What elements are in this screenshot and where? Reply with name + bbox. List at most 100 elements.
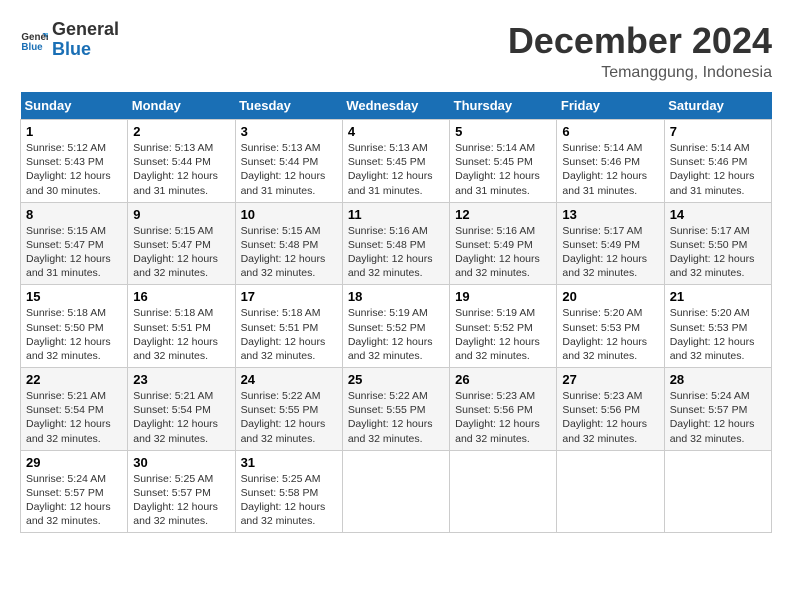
day-cell: 11 Sunrise: 5:16 AM Sunset: 5:48 PM Dayl… <box>342 202 449 285</box>
month-title: December 2024 <box>508 20 772 62</box>
day-cell: 20 Sunrise: 5:20 AM Sunset: 5:53 PM Dayl… <box>557 285 664 368</box>
day-cell: 27 Sunrise: 5:23 AM Sunset: 5:56 PM Dayl… <box>557 368 664 451</box>
day-cell: 22 Sunrise: 5:21 AM Sunset: 5:54 PM Dayl… <box>21 368 128 451</box>
day-cell: 6 Sunrise: 5:14 AM Sunset: 5:46 PM Dayli… <box>557 120 664 203</box>
day-number: 19 <box>455 289 551 304</box>
logo-icon: General Blue <box>20 26 48 54</box>
day-number: 21 <box>670 289 766 304</box>
week-row-5: 29 Sunrise: 5:24 AM Sunset: 5:57 PM Dayl… <box>21 450 772 533</box>
day-number: 31 <box>241 455 337 470</box>
day-info: Sunrise: 5:13 AM Sunset: 5:45 PM Dayligh… <box>348 141 444 198</box>
day-cell: 2 Sunrise: 5:13 AM Sunset: 5:44 PM Dayli… <box>128 120 235 203</box>
day-cell: 10 Sunrise: 5:15 AM Sunset: 5:48 PM Dayl… <box>235 202 342 285</box>
day-cell: 5 Sunrise: 5:14 AM Sunset: 5:45 PM Dayli… <box>450 120 557 203</box>
day-number: 3 <box>241 124 337 139</box>
day-info: Sunrise: 5:23 AM Sunset: 5:56 PM Dayligh… <box>455 389 551 446</box>
day-number: 4 <box>348 124 444 139</box>
day-info: Sunrise: 5:20 AM Sunset: 5:53 PM Dayligh… <box>670 306 766 363</box>
day-info: Sunrise: 5:25 AM Sunset: 5:57 PM Dayligh… <box>133 472 229 529</box>
day-cell: 12 Sunrise: 5:16 AM Sunset: 5:49 PM Dayl… <box>450 202 557 285</box>
day-info: Sunrise: 5:20 AM Sunset: 5:53 PM Dayligh… <box>562 306 658 363</box>
day-number: 17 <box>241 289 337 304</box>
day-cell: 15 Sunrise: 5:18 AM Sunset: 5:50 PM Dayl… <box>21 285 128 368</box>
day-cell: 21 Sunrise: 5:20 AM Sunset: 5:53 PM Dayl… <box>664 285 771 368</box>
day-cell: 26 Sunrise: 5:23 AM Sunset: 5:56 PM Dayl… <box>450 368 557 451</box>
day-cell: 17 Sunrise: 5:18 AM Sunset: 5:51 PM Dayl… <box>235 285 342 368</box>
day-info: Sunrise: 5:18 AM Sunset: 5:51 PM Dayligh… <box>133 306 229 363</box>
day-cell: 19 Sunrise: 5:19 AM Sunset: 5:52 PM Dayl… <box>450 285 557 368</box>
day-info: Sunrise: 5:16 AM Sunset: 5:49 PM Dayligh… <box>455 224 551 281</box>
logo: General Blue GeneralBlue <box>20 20 119 60</box>
day-number: 14 <box>670 207 766 222</box>
day-number: 29 <box>26 455 122 470</box>
day-info: Sunrise: 5:18 AM Sunset: 5:51 PM Dayligh… <box>241 306 337 363</box>
col-header-monday: Monday <box>128 92 235 120</box>
logo-text: GeneralBlue <box>52 20 119 60</box>
day-cell: 9 Sunrise: 5:15 AM Sunset: 5:47 PM Dayli… <box>128 202 235 285</box>
day-number: 20 <box>562 289 658 304</box>
day-number: 6 <box>562 124 658 139</box>
day-info: Sunrise: 5:17 AM Sunset: 5:50 PM Dayligh… <box>670 224 766 281</box>
day-info: Sunrise: 5:15 AM Sunset: 5:48 PM Dayligh… <box>241 224 337 281</box>
location-title: Temanggung, Indonesia <box>508 64 772 82</box>
col-header-wednesday: Wednesday <box>342 92 449 120</box>
day-cell: 1 Sunrise: 5:12 AM Sunset: 5:43 PM Dayli… <box>21 120 128 203</box>
day-cell: 25 Sunrise: 5:22 AM Sunset: 5:55 PM Dayl… <box>342 368 449 451</box>
title-area: December 2024 Temanggung, Indonesia <box>508 20 772 82</box>
day-cell <box>450 450 557 533</box>
day-number: 1 <box>26 124 122 139</box>
day-number: 11 <box>348 207 444 222</box>
week-row-3: 15 Sunrise: 5:18 AM Sunset: 5:50 PM Dayl… <box>21 285 772 368</box>
day-info: Sunrise: 5:19 AM Sunset: 5:52 PM Dayligh… <box>348 306 444 363</box>
day-info: Sunrise: 5:14 AM Sunset: 5:46 PM Dayligh… <box>670 141 766 198</box>
day-number: 12 <box>455 207 551 222</box>
day-info: Sunrise: 5:12 AM Sunset: 5:43 PM Dayligh… <box>26 141 122 198</box>
day-number: 7 <box>670 124 766 139</box>
day-cell: 16 Sunrise: 5:18 AM Sunset: 5:51 PM Dayl… <box>128 285 235 368</box>
day-info: Sunrise: 5:16 AM Sunset: 5:48 PM Dayligh… <box>348 224 444 281</box>
svg-text:Blue: Blue <box>21 42 43 53</box>
day-info: Sunrise: 5:18 AM Sunset: 5:50 PM Dayligh… <box>26 306 122 363</box>
day-info: Sunrise: 5:25 AM Sunset: 5:58 PM Dayligh… <box>241 472 337 529</box>
day-number: 10 <box>241 207 337 222</box>
calendar-table: SundayMondayTuesdayWednesdayThursdayFrid… <box>20 92 772 533</box>
day-cell: 28 Sunrise: 5:24 AM Sunset: 5:57 PM Dayl… <box>664 368 771 451</box>
day-number: 8 <box>26 207 122 222</box>
day-cell: 4 Sunrise: 5:13 AM Sunset: 5:45 PM Dayli… <box>342 120 449 203</box>
day-number: 2 <box>133 124 229 139</box>
day-number: 18 <box>348 289 444 304</box>
day-cell: 23 Sunrise: 5:21 AM Sunset: 5:54 PM Dayl… <box>128 368 235 451</box>
day-info: Sunrise: 5:21 AM Sunset: 5:54 PM Dayligh… <box>133 389 229 446</box>
day-info: Sunrise: 5:24 AM Sunset: 5:57 PM Dayligh… <box>26 472 122 529</box>
day-cell: 31 Sunrise: 5:25 AM Sunset: 5:58 PM Dayl… <box>235 450 342 533</box>
day-cell <box>342 450 449 533</box>
day-cell: 18 Sunrise: 5:19 AM Sunset: 5:52 PM Dayl… <box>342 285 449 368</box>
day-info: Sunrise: 5:14 AM Sunset: 5:46 PM Dayligh… <box>562 141 658 198</box>
day-cell <box>664 450 771 533</box>
col-header-tuesday: Tuesday <box>235 92 342 120</box>
day-number: 23 <box>133 372 229 387</box>
day-cell: 13 Sunrise: 5:17 AM Sunset: 5:49 PM Dayl… <box>557 202 664 285</box>
day-cell: 3 Sunrise: 5:13 AM Sunset: 5:44 PM Dayli… <box>235 120 342 203</box>
day-info: Sunrise: 5:19 AM Sunset: 5:52 PM Dayligh… <box>455 306 551 363</box>
day-info: Sunrise: 5:22 AM Sunset: 5:55 PM Dayligh… <box>348 389 444 446</box>
day-info: Sunrise: 5:24 AM Sunset: 5:57 PM Dayligh… <box>670 389 766 446</box>
day-cell: 14 Sunrise: 5:17 AM Sunset: 5:50 PM Dayl… <box>664 202 771 285</box>
header: General Blue GeneralBlue December 2024 T… <box>20 20 772 82</box>
col-header-sunday: Sunday <box>21 92 128 120</box>
day-info: Sunrise: 5:17 AM Sunset: 5:49 PM Dayligh… <box>562 224 658 281</box>
col-header-saturday: Saturday <box>664 92 771 120</box>
col-header-friday: Friday <box>557 92 664 120</box>
day-number: 5 <box>455 124 551 139</box>
day-info: Sunrise: 5:13 AM Sunset: 5:44 PM Dayligh… <box>133 141 229 198</box>
day-number: 25 <box>348 372 444 387</box>
day-number: 16 <box>133 289 229 304</box>
day-info: Sunrise: 5:14 AM Sunset: 5:45 PM Dayligh… <box>455 141 551 198</box>
day-info: Sunrise: 5:15 AM Sunset: 5:47 PM Dayligh… <box>133 224 229 281</box>
week-row-4: 22 Sunrise: 5:21 AM Sunset: 5:54 PM Dayl… <box>21 368 772 451</box>
day-number: 30 <box>133 455 229 470</box>
day-cell: 24 Sunrise: 5:22 AM Sunset: 5:55 PM Dayl… <box>235 368 342 451</box>
day-cell: 30 Sunrise: 5:25 AM Sunset: 5:57 PM Dayl… <box>128 450 235 533</box>
day-cell: 8 Sunrise: 5:15 AM Sunset: 5:47 PM Dayli… <box>21 202 128 285</box>
week-row-1: 1 Sunrise: 5:12 AM Sunset: 5:43 PM Dayli… <box>21 120 772 203</box>
